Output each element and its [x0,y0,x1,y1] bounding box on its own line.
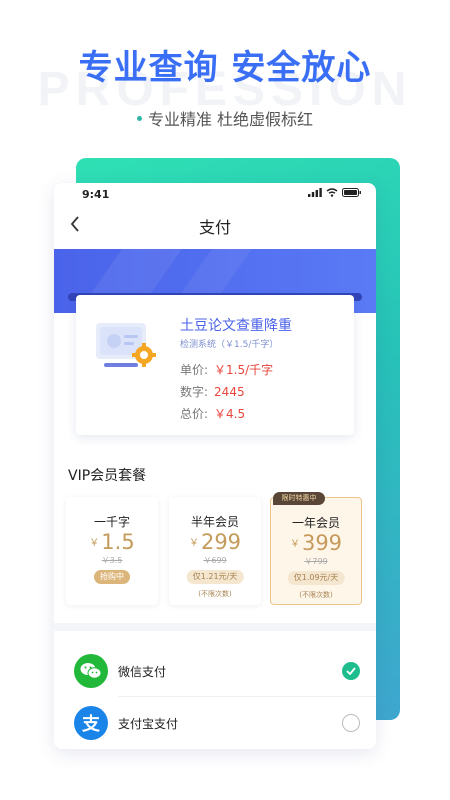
promo-subline: 专业精准 杜绝虚假标红 [0,106,450,130]
plan-price: ￥299 [169,530,261,554]
wechat-icon [74,654,108,688]
unit-price-value: ￥1.5/千字 [214,363,274,377]
alipay-pay-label: 支付宝支付 [118,717,179,731]
plan-price-value: 299 [200,530,242,554]
plan-daily-price-pill: 仅1.09元/天 [287,571,345,585]
plan-card-thousand-words[interactable]: 一千字 ￥1.5 ￥3.5 抢购中 [66,497,158,605]
plan-name: 一年会员 [291,516,340,530]
word-count-value: 2445 [214,385,245,399]
payment-option-wechat[interactable]: 微信支付 [54,645,376,697]
status-icons [308,188,362,197]
status-time: 9:41 [82,188,110,201]
plan-name: 一千字 [93,515,130,529]
plan-price-value: 1.5 [101,530,135,554]
wechat-radio-checked[interactable] [342,662,360,680]
plan-original-price: ￥699 [203,556,227,565]
total-price-row: 总价: ￥4.5 [180,405,245,422]
plan-currency: ￥ [188,538,199,549]
plan-price-value: 399 [301,531,343,555]
plan-currency: ￥ [89,538,100,549]
vip-section-title: VIP会员套餐 [68,468,147,484]
alipay-glyph: 支 [82,714,100,735]
alipay-icon: 支 [74,706,108,740]
plan-name: 半年会员 [190,515,239,529]
unit-price-label: 单价: [180,363,209,377]
phone-screen: 9:41 支付 土豆论文查重降重 检测系统（￥1.5/千字） 单价: ￥1.5/… [54,183,376,749]
plan-card-half-year[interactable]: 半年会员 ￥299 ￥699 仅1.21元/天 (不限次数) [169,497,261,605]
plan-card-one-year[interactable]: 限时特惠中 一年会员 ￥399 ￥799 仅1.09元/天 (不限次数) [270,492,362,605]
page-title: 支付 [198,218,231,237]
word-count-label: 数字: [180,385,209,399]
plan-status-pill: 抢购中 [94,570,130,584]
plan-currency: ￥ [289,539,300,550]
total-price-value: ￥4.5 [214,407,246,421]
navigation-bar: 支付 [54,205,376,243]
plan-price: ￥399 [271,531,361,555]
promo-subline-text: 专业精准 杜绝虚假标红 [147,110,314,129]
word-count-row: 数字: 2445 [180,383,245,400]
product-card: 土豆论文查重降重 检测系统（￥1.5/千字） 单价: ￥1.5/千字 数字: 244… [76,295,354,435]
promo-headline: 专业查询 安全放心 [78,48,372,88]
signal-icon [308,188,322,197]
payment-option-alipay[interactable]: 支 支付宝支付 [54,697,376,749]
plan-note: (不限次数) [299,591,333,599]
plan-original-price: ￥3.5 [101,556,123,565]
status-bar: 9:41 [54,183,376,205]
alipay-radio-unchecked[interactable] [342,714,360,732]
bullet-dot [136,116,142,121]
product-name: 土豆论文查重降重 [180,318,292,334]
plan-original-price: ￥799 [304,557,328,566]
document-gear-icon [96,323,156,367]
wechat-pay-label: 微信支付 [118,665,167,679]
unit-price-row: 单价: ￥1.5/千字 [180,361,273,378]
limited-offer-badge: 限时特惠中 [273,492,325,505]
plan-price: ￥1.5 [66,530,158,554]
product-rate: 检测系统（￥1.5/千字） [180,340,279,350]
total-price-label: 总价: [180,407,209,421]
plan-note: (不限次数) [198,590,232,598]
plan-daily-price-pill: 仅1.21元/天 [186,570,244,584]
check-icon [346,667,356,675]
section-divider [54,623,376,631]
battery-icon [342,188,361,197]
wifi-icon [326,188,338,197]
